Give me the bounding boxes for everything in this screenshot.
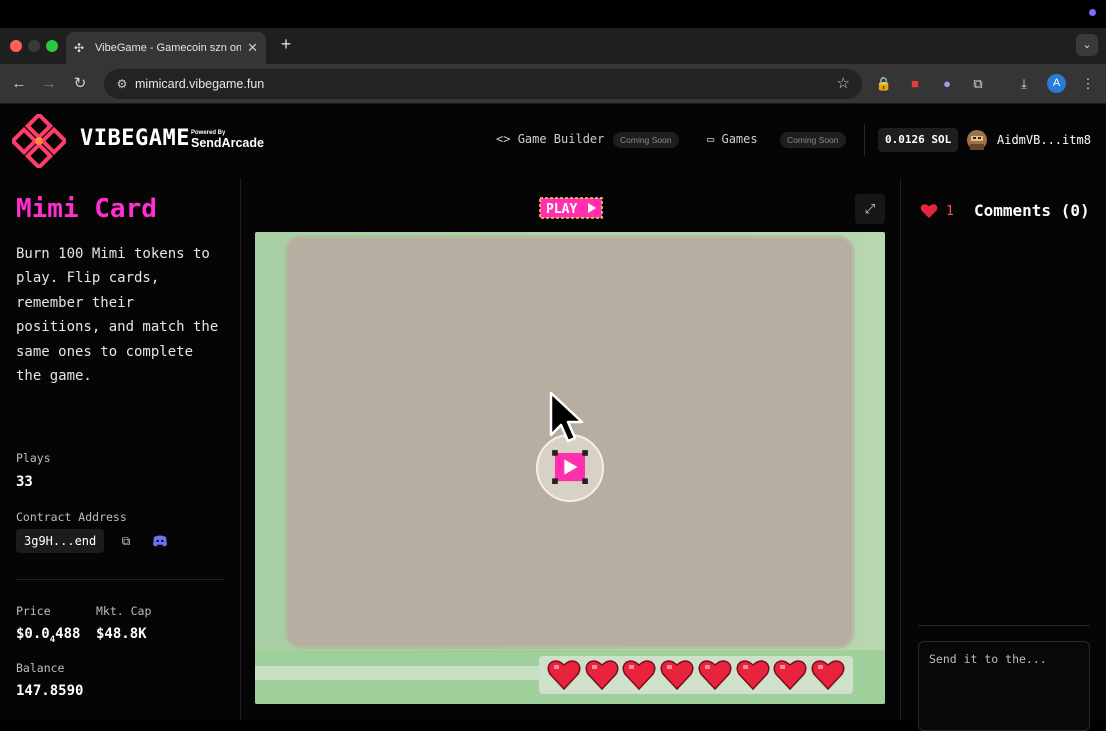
- coming-soon-badge: Coming Soon: [780, 132, 846, 148]
- site-header: VIBEGAME Powered By SendArcade <> Game B…: [0, 104, 1106, 178]
- divider: [16, 579, 224, 580]
- comment-placeholder: Send it to the...: [929, 652, 1047, 666]
- life-heart-icon: [736, 660, 770, 691]
- divider: [918, 625, 1090, 626]
- mktcap-value: $48.8K: [96, 626, 147, 642]
- ground-highlight: [255, 666, 545, 680]
- site-settings-icon[interactable]: ⚙: [114, 76, 130, 92]
- game-info-panel: Mimi Card Burn 100 Mimi tokens to play. …: [0, 178, 241, 720]
- heart-icon: [920, 204, 938, 218]
- url-text: mimicard.vibegame.fun: [135, 77, 265, 91]
- tab-search-chevron-icon[interactable]: ⌄: [1076, 34, 1098, 56]
- gamepad-icon: ▭: [707, 132, 715, 146]
- copy-icon[interactable]: ⧉: [119, 534, 133, 548]
- life-heart-icon: [622, 660, 656, 691]
- sendarcade-label[interactable]: SendArcade: [191, 136, 264, 150]
- like-count: 1: [946, 203, 954, 219]
- price-label: Price: [16, 604, 51, 618]
- life-heart-icon: [698, 660, 732, 691]
- kebab-menu-icon[interactable]: ⋮: [1078, 74, 1098, 94]
- lives-bar: [539, 656, 853, 694]
- discord-icon[interactable]: [152, 534, 168, 548]
- notification-dot: [1089, 9, 1096, 16]
- nav-game-builder-label: Game Builder: [517, 132, 605, 146]
- comments-title: Comments (0): [974, 201, 1090, 220]
- life-heart-icon: [660, 660, 694, 691]
- code-icon: <>: [496, 132, 511, 146]
- contract-address-value[interactable]: 3g9H...end: [16, 529, 105, 553]
- vibegame-favicon-icon: ✣: [74, 41, 85, 55]
- tab-title: VibeGame - Gamecoin szn on: [95, 42, 242, 54]
- user-avatar[interactable]: [965, 128, 989, 152]
- mouse-pointer-icon: [549, 391, 584, 443]
- download-icon[interactable]: ⤓: [1014, 74, 1034, 94]
- bookmark-star-icon[interactable]: ☆: [837, 74, 850, 92]
- address-bar[interactable]: ⚙ mimicard.vibegame.fun ☆: [104, 69, 862, 99]
- game-panel: PLAY ⤢: [242, 178, 899, 720]
- nav-games[interactable]: ▭ Games: [707, 132, 758, 146]
- back-arrow-icon[interactable]: ←: [8, 73, 30, 95]
- minimize-window-button[interactable]: [28, 40, 40, 52]
- nav-games-label: Games: [721, 132, 758, 146]
- comments-panel: 1 Comments (0) Send it to the...: [900, 178, 1106, 731]
- life-heart-icon: [547, 660, 581, 691]
- game-canvas[interactable]: [255, 232, 885, 704]
- play-logo-text: PLAY: [546, 202, 577, 217]
- extensions-puzzle-icon[interactable]: ⧉: [968, 74, 988, 94]
- plays-value: 33: [16, 474, 33, 490]
- mktcap-label: Mkt. Cap: [96, 604, 152, 618]
- plays-label: Plays: [16, 451, 51, 465]
- life-heart-icon: [773, 660, 807, 691]
- site-logo-text[interactable]: VIBEGAME: [80, 126, 190, 151]
- browser-toolbar: ← → ↻ ⚙ mimicard.vibegame.fun ☆ 🔒 ■ ● ⧉ …: [0, 64, 1106, 104]
- play-logo: PLAY: [539, 197, 603, 219]
- reload-icon[interactable]: ↻: [69, 73, 91, 95]
- price-prefix: $0.0: [16, 626, 50, 642]
- lock-extension-icon[interactable]: 🔒: [874, 74, 894, 94]
- site-root: VIBEGAME Powered By SendArcade <> Game B…: [0, 104, 1106, 731]
- forward-arrow-icon[interactable]: →: [38, 73, 60, 95]
- game-description: Burn 100 Mimi tokens to play. Flip cards…: [16, 246, 219, 385]
- vibegame-logo-icon[interactable]: [12, 114, 66, 168]
- header-divider: [864, 124, 865, 156]
- tab-close-icon[interactable]: ✕: [247, 40, 258, 56]
- price-suffix: 488: [55, 626, 81, 642]
- ghost-extension-icon[interactable]: ●: [937, 74, 957, 94]
- contract-address-label: Contract Address: [16, 510, 127, 524]
- username-label[interactable]: AidmVB...itm8: [997, 133, 1091, 147]
- fullscreen-expand-icon[interactable]: ⤢: [855, 194, 885, 224]
- price-value: $0.04488: [16, 626, 80, 645]
- life-heart-icon: [585, 660, 619, 691]
- coming-soon-badge: Coming Soon: [613, 132, 679, 148]
- close-window-button[interactable]: [10, 40, 22, 52]
- like-button[interactable]: 1: [920, 203, 954, 219]
- balance-label: Balance: [16, 661, 65, 675]
- window-top-strip: [0, 0, 1106, 28]
- life-heart-icon: [811, 660, 845, 691]
- tab-bar: ✣ VibeGame - Gamecoin szn on ✕ + ⌄: [0, 28, 1106, 64]
- game-title: Mimi Card: [16, 194, 157, 224]
- balance-value: 147.8590: [16, 683, 84, 699]
- nav-game-builder[interactable]: <> Game Builder: [496, 132, 604, 146]
- maximize-window-button[interactable]: [46, 40, 58, 52]
- bag-extension-icon[interactable]: ■: [905, 74, 925, 94]
- browser-tab-active[interactable]: ✣ VibeGame - Gamecoin szn on ✕: [66, 32, 266, 64]
- sol-balance-badge[interactable]: 0.0126 SOL: [878, 128, 959, 152]
- comment-input[interactable]: Send it to the...: [918, 641, 1090, 731]
- new-tab-button[interactable]: +: [277, 34, 295, 55]
- profile-avatar[interactable]: A: [1047, 74, 1066, 93]
